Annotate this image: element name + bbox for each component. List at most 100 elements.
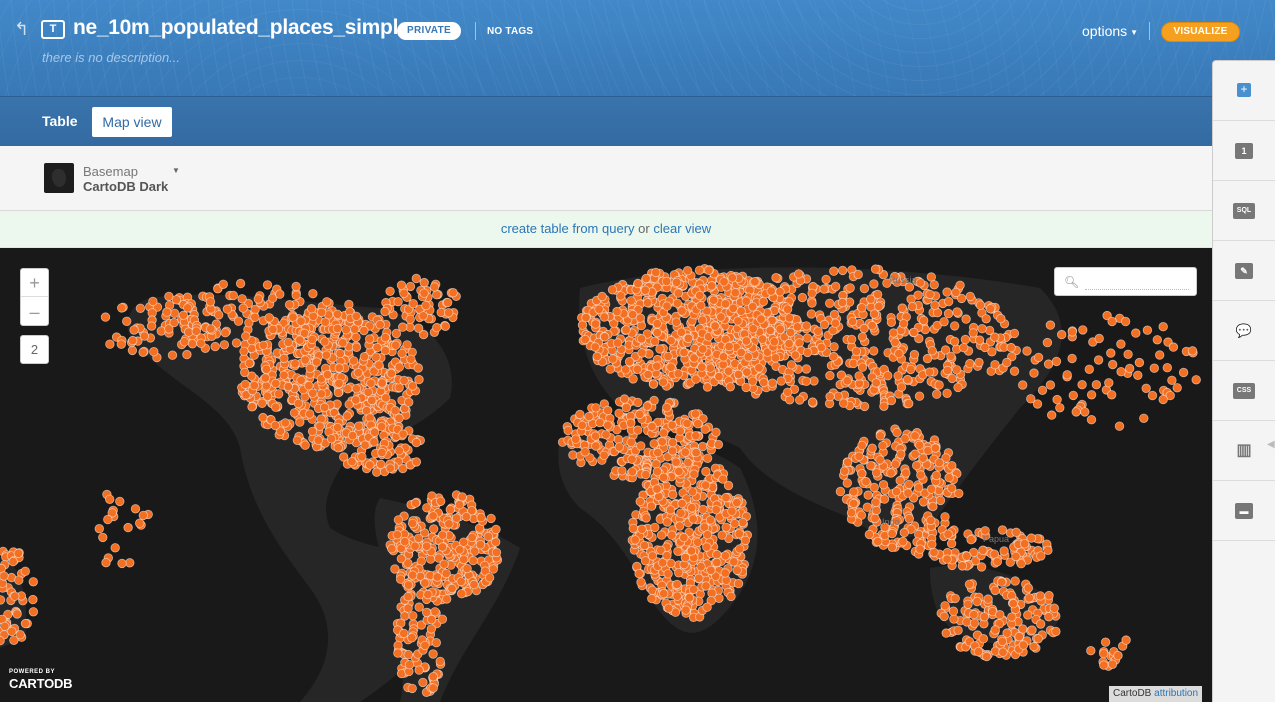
populated-place-point[interactable] [219, 340, 230, 350]
populated-place-point[interactable] [261, 381, 272, 391]
populated-place-point[interactable] [300, 440, 310, 450]
populated-place-point[interactable] [738, 517, 748, 528]
populated-place-point[interactable] [439, 559, 449, 569]
populated-place-point[interactable] [759, 377, 769, 388]
populated-place-point[interactable] [871, 378, 881, 388]
populated-place-point[interactable] [935, 495, 946, 506]
populated-place-point[interactable] [191, 326, 202, 336]
populated-place-point[interactable] [437, 530, 448, 540]
populated-place-point[interactable] [666, 335, 676, 346]
populated-place-point[interactable] [948, 606, 959, 616]
populated-place-point[interactable] [149, 346, 159, 357]
populated-place-point[interactable] [704, 265, 714, 276]
populated-place-point[interactable] [886, 468, 896, 478]
populated-place-point[interactable] [845, 283, 855, 293]
populated-place-point[interactable] [661, 276, 672, 287]
populated-place-point[interactable] [353, 367, 364, 378]
populated-place-point[interactable] [408, 570, 418, 580]
populated-place-point[interactable] [1055, 403, 1065, 413]
populated-place-point[interactable] [1051, 356, 1062, 367]
populated-place-point[interactable] [676, 327, 687, 337]
populated-place-point[interactable] [652, 318, 663, 329]
populated-place-point[interactable] [666, 362, 676, 372]
populated-place-point[interactable] [400, 611, 410, 621]
populated-place-point[interactable] [467, 532, 477, 543]
populated-place-point[interactable] [621, 402, 632, 413]
basemap-name[interactable]: CartoDB Dark [83, 179, 168, 194]
populated-place-point[interactable] [942, 388, 952, 399]
populated-place-point[interactable] [1152, 335, 1163, 345]
populated-place-point[interactable] [947, 373, 957, 384]
populated-place-point[interactable] [869, 482, 879, 493]
populated-place-point[interactable] [1123, 349, 1133, 360]
populated-place-point[interactable] [899, 527, 910, 538]
populated-place-point[interactable] [399, 628, 409, 639]
populated-place-point[interactable] [321, 350, 332, 360]
legends-tool[interactable]: ▬ [1213, 481, 1275, 541]
populated-place-point[interactable] [819, 284, 829, 294]
populated-place-point[interactable] [1024, 593, 1035, 603]
populated-place-point[interactable] [662, 402, 672, 413]
populated-place-point[interactable] [600, 332, 610, 342]
populated-place-point[interactable] [944, 472, 954, 483]
populated-place-point[interactable] [666, 558, 676, 569]
populated-place-point[interactable] [946, 351, 956, 362]
populated-place-point[interactable] [614, 442, 625, 452]
back-arrow-icon[interactable]: ↰ [14, 20, 32, 38]
populated-place-point[interactable] [400, 536, 410, 547]
populated-place-point[interactable] [895, 475, 905, 486]
populated-place-point[interactable] [1011, 527, 1021, 538]
populated-place-point[interactable] [250, 312, 260, 323]
populated-place-point[interactable] [1002, 357, 1012, 368]
map-search-input[interactable] [1085, 274, 1189, 290]
populated-place-point[interactable] [419, 277, 429, 288]
populated-place-point[interactable] [698, 504, 708, 515]
populated-place-point[interactable] [713, 439, 724, 450]
populated-place-point[interactable] [626, 296, 636, 306]
table-title[interactable]: ne_10m_populated_places_simple [73, 16, 410, 40]
populated-place-point[interactable] [898, 318, 909, 329]
populated-place-point[interactable] [451, 513, 462, 523]
populated-place-point[interactable] [444, 307, 454, 318]
populated-place-point[interactable] [138, 510, 149, 521]
populated-place-point[interactable] [369, 437, 379, 447]
populated-place-point[interactable] [385, 286, 395, 297]
populated-place-point[interactable] [307, 426, 318, 437]
populated-place-point[interactable] [1071, 407, 1081, 417]
populated-place-point[interactable] [101, 558, 111, 568]
populated-place-point[interactable] [835, 486, 846, 497]
populated-place-point[interactable] [129, 325, 139, 335]
populated-place-point[interactable] [590, 431, 601, 441]
populated-place-point[interactable] [683, 457, 693, 468]
populated-place-point[interactable] [475, 540, 486, 550]
populated-place-point[interactable] [859, 401, 870, 412]
populated-place-point[interactable] [1051, 626, 1061, 637]
populated-place-point[interactable] [1114, 421, 1125, 431]
populated-place-point[interactable] [714, 371, 724, 382]
populated-place-point[interactable] [244, 358, 255, 369]
populated-place-point[interactable] [997, 577, 1007, 587]
populated-place-point[interactable] [334, 378, 344, 389]
populated-place-point[interactable] [701, 480, 711, 490]
populated-place-point[interactable] [861, 476, 871, 487]
populated-place-point[interactable] [887, 542, 897, 553]
populated-place-point[interactable] [671, 317, 682, 327]
populated-place-point[interactable] [326, 434, 337, 444]
populated-place-point[interactable] [904, 398, 914, 409]
populated-place-point[interactable] [247, 402, 257, 412]
populated-place-point[interactable] [105, 339, 115, 349]
tab-table[interactable]: Table [42, 113, 78, 129]
populated-place-point[interactable] [637, 524, 647, 534]
populated-place-point[interactable] [1191, 375, 1201, 385]
populated-place-point[interactable] [907, 302, 918, 312]
populated-place-point[interactable] [371, 352, 381, 362]
populated-place-point[interactable] [732, 565, 742, 575]
populated-place-point[interactable] [483, 531, 494, 542]
populated-place-point[interactable] [1094, 333, 1104, 344]
populated-place-point[interactable] [641, 469, 651, 480]
populated-place-point[interactable] [719, 277, 729, 287]
populated-place-point[interactable] [445, 504, 456, 515]
populated-place-point[interactable] [414, 602, 424, 612]
populated-place-point[interactable] [729, 557, 739, 567]
populated-place-point[interactable] [636, 441, 646, 451]
